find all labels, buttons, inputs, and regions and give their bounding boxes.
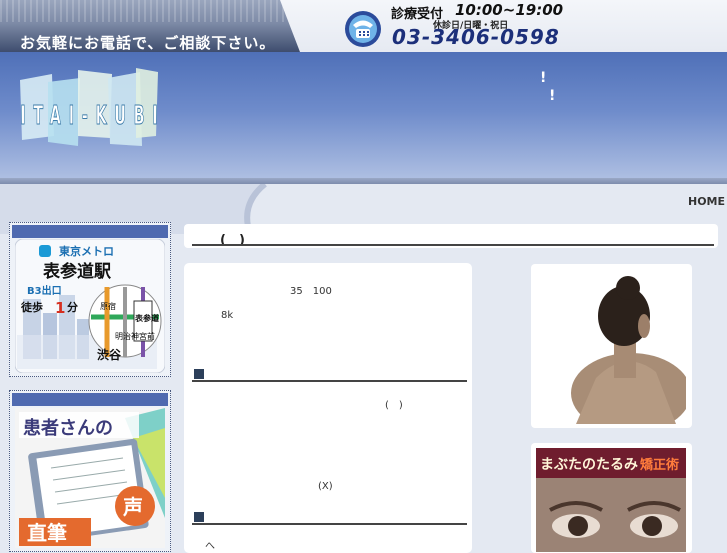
photo-frame [531, 264, 692, 428]
home-link[interactable]: HOME [688, 195, 725, 208]
phone-icon [345, 11, 381, 47]
hours-time: 10:00~19:00 [455, 1, 564, 19]
banner-mark: ! [540, 70, 547, 86]
content-text: 8k [221, 310, 234, 321]
box-header [12, 393, 168, 406]
section-rule [192, 380, 467, 382]
content-text: ( ) [385, 400, 403, 411]
section-marker [194, 512, 204, 522]
phone-number[interactable]: 03-3406-0598 [392, 25, 560, 49]
street-left: 原宿 [100, 301, 116, 311]
walk-unit: 分 [67, 300, 78, 314]
banner-mark: ! [549, 88, 556, 104]
content-panel [184, 263, 472, 553]
site-logo[interactable]: ITAI-KUBI [18, 66, 160, 152]
voice-mark: 声 [122, 495, 143, 519]
station-name: 表参道駅 [43, 261, 112, 282]
content-text: 35 100 [290, 286, 332, 297]
testimonials-line2: 直筆 [27, 521, 67, 545]
title-underline [192, 244, 714, 246]
street-right: 表参道 [134, 313, 159, 323]
eye-caption-a: まぶたのたるみ [540, 457, 638, 473]
walk-minutes: 1 [55, 299, 65, 317]
operator-label: 東京メトロ [59, 244, 114, 258]
slogan-text: お気軽にお電話で、ご相談下さい。 [20, 34, 276, 52]
testimonials-image: 患者さんの 声 直筆 [15, 408, 165, 548]
testimonials-banner[interactable]: 患者さんの 声 直筆 [9, 390, 171, 552]
access-banner[interactable]: 東京メトロ 表参道駅 B3出口 徒歩 1 分 原宿 明治神宮前 表参道 渋谷 [9, 222, 171, 377]
walk-prefix: 徒歩 [20, 300, 43, 314]
section-marker [194, 369, 204, 379]
eyelid-image: まぶたのたるみ 矯正術 [536, 448, 686, 552]
eye-banner[interactable]: まぶたのたるみ 矯正術 [531, 443, 692, 553]
metro-icon [39, 245, 51, 257]
road-label: 明治神宮前 [115, 331, 155, 341]
section-rule [192, 523, 467, 525]
testimonials-line1: 患者さんの [23, 418, 113, 439]
neck-photo [536, 268, 686, 424]
access-map: 東京メトロ 表参道駅 B3出口 徒歩 1 分 原宿 明治神宮前 表参道 渋谷 [15, 239, 165, 373]
eye-caption-b: 矯正術 [640, 457, 679, 473]
station-bottom: 渋谷 [97, 347, 122, 362]
box-header [12, 225, 168, 238]
exit-label: B3出口 [27, 284, 62, 297]
content-text: (X) [318, 481, 333, 492]
